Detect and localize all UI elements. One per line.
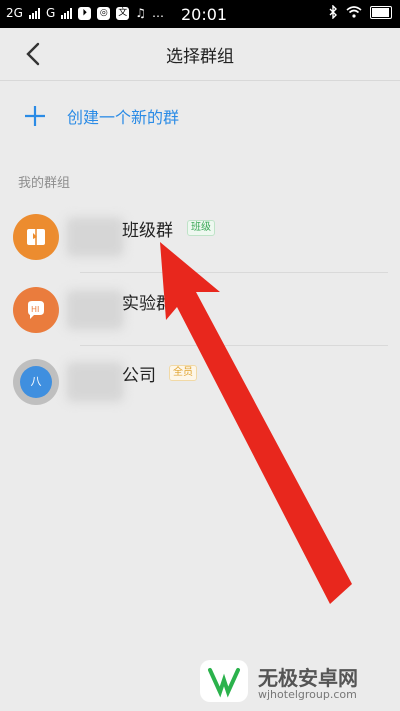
video-app-icon: ⏵ — [78, 6, 92, 20]
group-name: 班级群 — [122, 221, 173, 241]
status-right — [329, 5, 392, 19]
status-left: 2G G ⏵ ◎ 文 ♫ … — [6, 6, 164, 20]
sim1-label: 2G — [6, 6, 23, 20]
book-icon — [27, 229, 45, 245]
blurred-name-prefix — [66, 362, 124, 402]
more-notifications-icon: … — [152, 6, 165, 20]
wifi-icon — [346, 6, 362, 18]
group-item-company[interactable]: 八 公司 全员 — [0, 348, 400, 418]
watermark-url: wjhotelgroup.com — [258, 688, 357, 701]
watermark-name: 无极安卓网 — [258, 666, 358, 690]
leaf-logo-icon — [208, 668, 240, 698]
svg-text:HI: HI — [31, 305, 39, 314]
group-avatar — [13, 214, 59, 260]
bluetooth-icon — [329, 5, 337, 19]
blurred-name-prefix — [66, 217, 124, 257]
chat-bubble-icon: HI — [28, 301, 44, 319]
group-tag: 全员 — [169, 365, 197, 381]
group-tag: 班级 — [187, 220, 215, 236]
signal-icon — [28, 7, 40, 19]
watermark: 无极安卓网 wjhotelgroup.com — [200, 650, 400, 710]
group-item-experiment[interactable]: HI 实验群 — [0, 276, 400, 346]
divider — [80, 272, 388, 273]
create-group-button[interactable]: 创建一个新的群 — [0, 88, 400, 144]
sim2-label: G — [45, 6, 56, 20]
nav-bar: 选择群组 — [0, 28, 400, 81]
group-avatar: 八 — [13, 359, 59, 405]
avatar-letter: 八 — [20, 366, 52, 398]
status-bar: 2G G ⏵ ◎ 文 ♫ … 20:01 — [0, 0, 400, 28]
watermark-logo — [200, 660, 248, 702]
page-title: 选择群组 — [166, 47, 234, 67]
divider — [80, 345, 388, 346]
section-header-my-groups: 我的群组 — [18, 176, 71, 191]
group-avatar: HI — [13, 287, 59, 333]
target-app-icon: ◎ — [97, 6, 111, 20]
plus-icon — [25, 106, 45, 126]
battery-icon — [370, 5, 392, 19]
music-app-icon: ♫ — [135, 6, 147, 20]
create-group-label: 创建一个新的群 — [67, 108, 180, 127]
group-name: 公司 — [122, 366, 156, 386]
group-item-class[interactable]: 班级群 班级 — [0, 203, 400, 273]
text-app-icon: 文 — [116, 6, 130, 20]
group-name: 实验群 — [122, 294, 173, 314]
blurred-name-prefix — [66, 290, 124, 330]
clock: 20:01 — [181, 5, 228, 24]
signal-icon-2 — [61, 7, 73, 19]
